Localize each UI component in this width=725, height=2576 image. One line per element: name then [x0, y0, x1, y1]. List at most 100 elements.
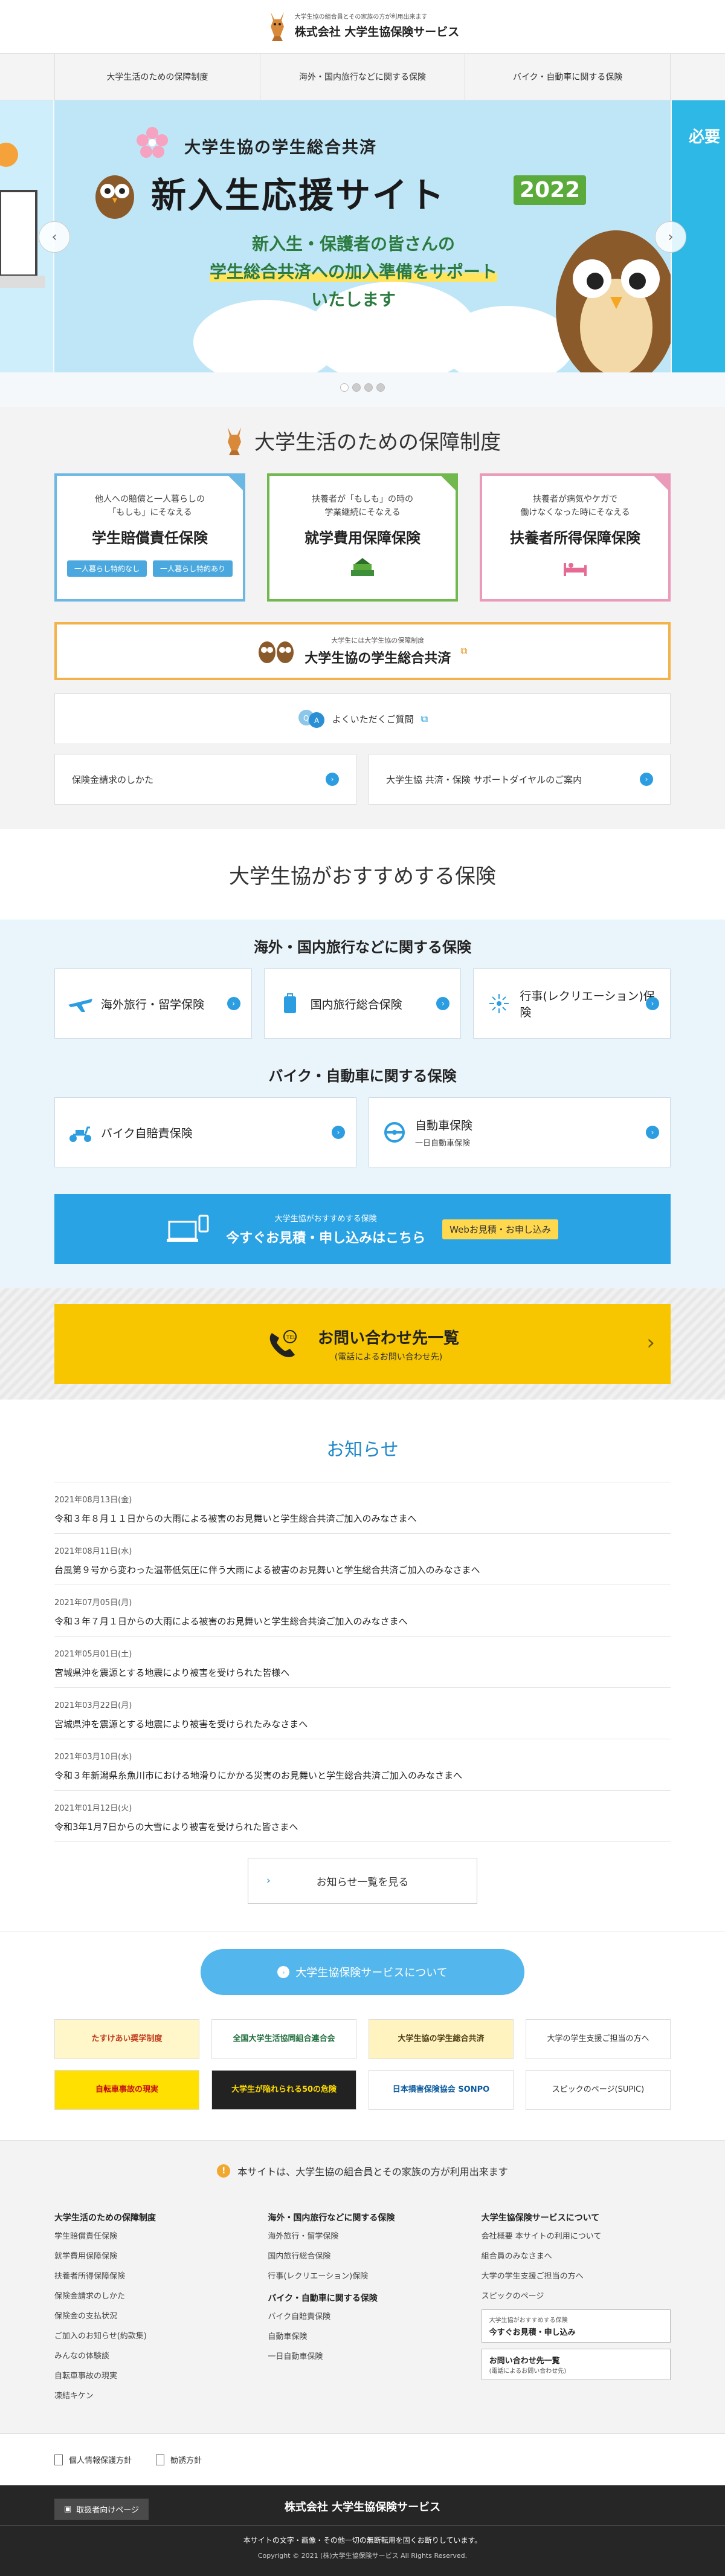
kyosai-banner-text: 大学生には大学生協の保障制度 大学生協の学生総合共済	[304, 635, 451, 667]
footer-link[interactable]: 国内旅行総合保険	[268, 2250, 457, 2261]
banner-bike-accident[interactable]: 自転車事故の現実	[54, 2070, 199, 2110]
about-company-button[interactable]: › 大学生協保険サービスについて	[201, 1949, 524, 1995]
footer-link[interactable]: 保険金の支払状況	[54, 2309, 243, 2321]
footer-link[interactable]: 自転車事故の現実	[54, 2369, 243, 2381]
external-link-icon: ⧉	[420, 713, 428, 724]
travel-heading: 海外・国内旅行などに関する保険	[254, 939, 471, 956]
privacy-policy-label: 個人情報保護方針	[69, 2456, 132, 2465]
footer-link[interactable]: 保険金請求のしかた	[54, 2289, 243, 2301]
footer-link[interactable]: 就学費用保障保険	[54, 2250, 243, 2261]
event-insurance-card[interactable]: 行事(レクリエーション)保険 ›	[473, 968, 671, 1039]
hero-copy-highlight: 学生総合共済への加入準備をサポート	[209, 262, 497, 282]
banner-supic[interactable]: スピックのページ(SUPIC)	[526, 2070, 671, 2110]
footer-col-travel: 海外・国内旅行などに関する保険 海外旅行・留学保険 国内旅行総合保険 行事(レク…	[268, 2204, 457, 2409]
footer-link[interactable]: ご加入のお知らせ(約款集)	[54, 2329, 243, 2341]
footer-link[interactable]: 凍結キケン	[54, 2389, 243, 2401]
pill-no-rider[interactable]: 一人暮らし特約なし	[66, 560, 147, 577]
news-item[interactable]: 2021年08月11日(水) 台風第９号から変わった温帯低気圧に伴う大雨による被害…	[54, 1534, 671, 1585]
card-pills: 一人暮らし特約なし 一人暮らし特約あり	[57, 560, 243, 577]
footer-link[interactable]: 行事(レクリエーション)保険	[268, 2269, 457, 2281]
books-icon	[351, 557, 374, 576]
overseas-travel-card[interactable]: 海外旅行・留学保険 ›	[54, 968, 252, 1039]
card-shotoku[interactable]: 扶養者が病気やケガで 働けなくなった時にそなえる 扶養者所得保障保険	[480, 473, 671, 602]
footer-link[interactable]: 自動車保険	[268, 2330, 457, 2341]
card-shugaku[interactable]: 扶養者が「もしも」の時の 学業継続にそなえる 就学費用保障保険	[267, 473, 458, 602]
news-item[interactable]: 2021年07月05日(月) 令和３年７月１日からの大雨による被害のお見舞いと学生…	[54, 1585, 671, 1637]
news-item[interactable]: 2021年03月10日(水) 令和３年新潟県糸魚川市における地滑りにかかる災害のお…	[54, 1739, 671, 1791]
travel-cards: 海外旅行・留学保険 › 国内旅行総合保険 › 行事(レクリエーション)保険 ›	[54, 968, 671, 1039]
agency-page-button[interactable]: ▣ 取扱者向けページ	[54, 2499, 149, 2520]
footer-box-title: お問い合わせ先一覧	[489, 2357, 560, 2366]
hero-pagination	[0, 383, 725, 392]
kyosai-banner[interactable]: 大学生には大学生協の保障制度 大学生協の学生総合共済 ⧉	[54, 622, 671, 680]
news-title: 令和3年1月7日からの大雪により被害を受けられた皆さまへ	[54, 1822, 298, 1832]
hero-next-button[interactable]: ›	[655, 221, 686, 253]
site-logo[interactable]: 大学生協の組合員とその家族の方が利用出来ます 株式会社 大学生協保険サービス	[266, 8, 459, 42]
card-desc-line: 扶養者が「もしも」の時の	[312, 495, 413, 504]
footer-link[interactable]: 学生賠償責任保険	[54, 2230, 243, 2241]
footer-contact-box[interactable]: お問い合わせ先一覧 (電話によるお問い合わせ先)	[481, 2349, 671, 2380]
banner-50-dangers[interactable]: 大学生が陥れられる50の危険	[211, 2070, 356, 2110]
banner-scholarship[interactable]: たすけあい奨学制度	[54, 2019, 199, 2059]
news-item[interactable]: 2021年05月01日(土) 宮城県沖を震源とする地震により被害を受けられた皆様へ	[54, 1637, 671, 1688]
overseas-travel-label: 海外旅行・留学保険	[101, 998, 205, 1011]
footer-disclaimer: 本サイトの文字・画像・その他一切の無断転用を固くお断りしています。	[243, 2536, 482, 2545]
hero-dot-4[interactable]	[376, 383, 385, 392]
faq-label: よくいただくご質問	[332, 713, 414, 725]
global-nav: 大学生活のための保障制度 海外・国内旅行などに関する保険 バイク・自動車に関する…	[0, 53, 725, 100]
footer-link[interactable]: スピックのページ	[482, 2289, 671, 2301]
card-desc-line: 扶養者が病気やケガで	[533, 495, 617, 504]
banner-sonpo[interactable]: 日本損害保険協会 SONPO	[369, 2070, 514, 2110]
footer-link[interactable]: 大学の学生支援ご担当の方へ	[482, 2269, 671, 2281]
nav-item-vehicle[interactable]: バイク・自動車に関する保険	[465, 54, 671, 100]
web-estimate-button[interactable]: Webお見積・お申し込み	[442, 1219, 558, 1239]
nav-item-travel[interactable]: 海外・国内旅行などに関する保険	[259, 54, 465, 100]
faq-link[interactable]: Q A よくいただくご質問 ⧉	[54, 693, 671, 744]
document-icon	[156, 2454, 165, 2465]
hero-slide-active[interactable]: 大学生協の学生総合共済 新入生応援サイト 2022 新入生・保護者の皆さんの 学…	[54, 100, 671, 372]
domestic-travel-card[interactable]: 国内旅行総合保険 ›	[263, 968, 462, 1039]
solicit-policy-label: 勧誘方針	[170, 2456, 202, 2465]
footer-link[interactable]: バイク自賠責保険	[268, 2310, 457, 2321]
banner-support-staff[interactable]: 大学の学生支援ご担当の方へ	[526, 2019, 671, 2059]
footer-link[interactable]: 会社概要 本サイトの利用について	[482, 2230, 671, 2241]
banner-univcoop[interactable]: 全国大学生活協同組合連合会	[211, 2019, 356, 2059]
divider	[0, 2525, 725, 2526]
osusume-section: 大学生協がおすすめする保険 海外・国内旅行などに関する保険 海外旅行・留学保険 …	[0, 829, 725, 1288]
owl-pair-icon	[259, 641, 294, 663]
hero-dot-1[interactable]	[340, 383, 349, 392]
sakura-icon	[137, 127, 168, 158]
support-dial-link[interactable]: 大学生協 共済・保険 サポートダイヤルのご案内 ›	[369, 754, 671, 805]
news-item[interactable]: 2021年08月13日(金) 令和３年８月１１日からの大雨による被害のお見舞いと学…	[54, 1482, 671, 1534]
footer-link[interactable]: みんなの体験談	[54, 2349, 243, 2361]
solicit-policy-link[interactable]: 勧誘方針	[156, 2454, 202, 2465]
claim-link[interactable]: 保険金請求のしかた ›	[54, 754, 356, 805]
hero-dot-3[interactable]	[364, 383, 373, 392]
hero-copy-line1: 新入生・保護者の皆さんの	[251, 234, 455, 254]
news-date: 2021年07月05日(月)	[54, 1598, 132, 1608]
nav-item-hoshou[interactable]: 大学生活のための保障制度	[54, 54, 260, 100]
footer-link[interactable]: 組合員のみなさまへ	[482, 2250, 671, 2261]
banner-kyosai[interactable]: 大学生協の学生総合共済	[369, 2019, 514, 2059]
hero-prev-button[interactable]: ‹	[39, 221, 70, 253]
footer-estimate-box[interactable]: 大学生協がおすすめする保険 今すぐお見積・申し込み	[481, 2309, 671, 2343]
news-heading: お知らせ	[326, 1439, 399, 1461]
footer-link[interactable]: 一日自動車保険	[268, 2350, 457, 2361]
footer-link[interactable]: 海外旅行・留学保険	[268, 2230, 457, 2241]
news-item[interactable]: 2021年03月22日(月) 宮城県沖を震源とする地震により被害を受けられたみなさ…	[54, 1688, 671, 1739]
bike-insurance-card[interactable]: バイク自賠責保険 ›	[54, 1097, 356, 1167]
car-insurance-card[interactable]: 自動車保険 一日自動車保険 ›	[369, 1097, 671, 1167]
contact-list-link[interactable]: TEL お問い合わせ先一覧 (電話によるお問い合わせ先) ›	[54, 1304, 671, 1384]
suitcase-icon	[283, 993, 296, 1013]
news-item[interactable]: 2021年01月12日(火) 令和3年1月7日からの大雪により被害を受けられた皆さ…	[54, 1791, 671, 1842]
web-banner-text: 大学生協がおすすめする保険 今すぐお見積・申し込みはこちら	[226, 1212, 425, 1247]
pill-with-rider[interactable]: 一人暮らし特約あり	[153, 560, 233, 577]
privacy-policy-link[interactable]: 個人情報保護方針	[54, 2454, 132, 2465]
fireworks-icon	[489, 994, 509, 1013]
web-estimate-banner[interactable]: 大学生協がおすすめする保険 今すぐお見積・申し込みはこちら Webお見積・お申し…	[54, 1194, 671, 1264]
hero-dot-2[interactable]	[352, 383, 361, 392]
news-more-button[interactable]: › お知らせ一覧を見る	[248, 1858, 477, 1904]
footer-link[interactable]: 扶養者所得保障保険	[54, 2269, 243, 2281]
footer-box-title: 今すぐお見積・申し込み	[489, 2328, 576, 2337]
card-baisho[interactable]: 他人への賠償と一人暮らしの 「もしも」にそなえる 学生賠償責任保険 一人暮らし特約…	[54, 473, 245, 602]
